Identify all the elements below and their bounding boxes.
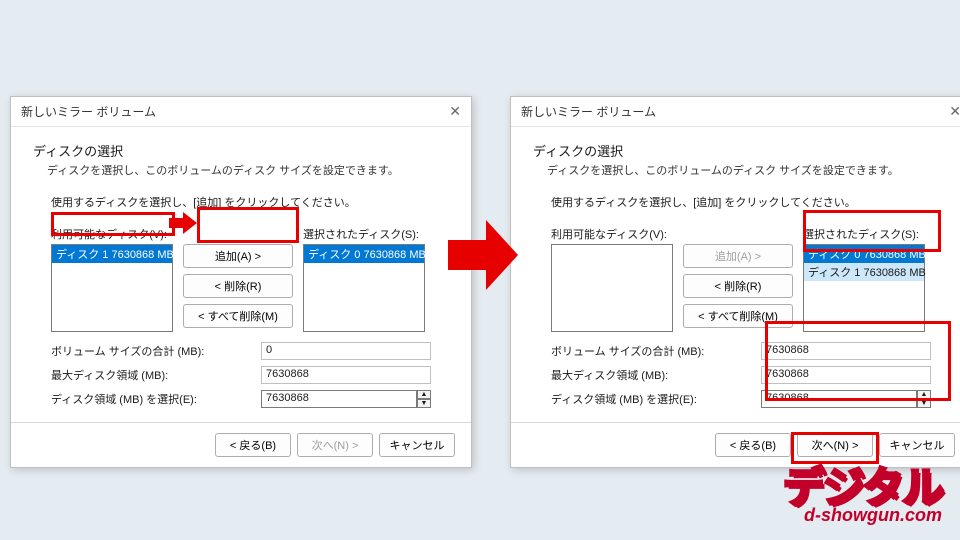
spin-down-icon[interactable]: ▼ [917, 399, 931, 408]
wizard-dialog-before: 新しいミラー ボリューム ✕ ディスクの選択 ディスクを選択し、このボリュームの… [10, 96, 472, 468]
max-space-value: 7630868 [261, 366, 431, 384]
cancel-button[interactable]: キャンセル [379, 433, 455, 457]
total-size-label: ボリューム サイズの合計 (MB): [51, 343, 261, 359]
page-subheading: ディスクを選択し、このボリュームのディスク サイズを設定できます。 [33, 162, 449, 178]
close-icon[interactable]: ✕ [449, 103, 461, 120]
page-heading: ディスクの選択 [33, 141, 449, 160]
total-size-value: 0 [261, 342, 431, 360]
arrow-icon [169, 212, 199, 234]
dialog-title: 新しいミラー ボリューム [521, 103, 656, 120]
select-space-label: ディスク領域 (MB) を選択(E): [51, 391, 261, 407]
max-space-value: 7630868 [761, 366, 931, 384]
remove-button[interactable]: < 削除(R) [183, 274, 293, 298]
max-space-label: 最大ディスク領域 (MB): [551, 367, 761, 383]
back-button[interactable]: < 戻る(B) [715, 433, 791, 457]
add-button[interactable]: 追加(A) > [683, 244, 793, 268]
remove-all-button[interactable]: < すべて削除(M) [183, 304, 293, 328]
wizard-dialog-after: 新しいミラー ボリューム ✕ ディスクの選択 ディスクを選択し、このボリュームの… [510, 96, 960, 468]
arrow-icon [448, 220, 520, 290]
titlebar: 新しいミラー ボリューム ✕ [11, 97, 471, 127]
instruction-text: 使用するディスクを選択し、[追加] をクリックしてください。 [51, 194, 449, 210]
back-button[interactable]: < 戻る(B) [215, 433, 291, 457]
next-button[interactable]: 次へ(N) > [297, 433, 373, 457]
spin-down-icon[interactable]: ▼ [417, 399, 431, 408]
max-space-label: 最大ディスク領域 (MB): [51, 367, 261, 383]
page-subheading: ディスクを選択し、このボリュームのディスク サイズを設定できます。 [533, 162, 949, 178]
page-heading: ディスクの選択 [533, 141, 949, 160]
total-size-value: 7630868 [761, 342, 931, 360]
add-button[interactable]: 追加(A) > [183, 244, 293, 268]
titlebar: 新しいミラー ボリューム ✕ [511, 97, 960, 127]
logo-url: d-showgun.com [783, 505, 942, 526]
list-item[interactable]: ディスク 1 7630868 MB [52, 245, 172, 263]
list-item[interactable]: ディスク 1 7630868 MB [804, 263, 924, 281]
select-space-label: ディスク領域 (MB) を選択(E): [551, 391, 761, 407]
list-item[interactable]: ディスク 0 7630868 MB [804, 245, 924, 263]
watermark-logo: デジタル d-showgun.com [783, 467, 942, 526]
list-item[interactable]: ディスク 0 7630868 MB [304, 245, 424, 263]
selected-disks-list[interactable]: ディスク 0 7630868 MB ディスク 1 7630868 MB [803, 244, 925, 332]
available-disks-label: 利用可能なディスク(V): [551, 226, 673, 242]
spin-up-icon[interactable]: ▲ [417, 390, 431, 399]
select-space-input[interactable]: 7630868 [761, 390, 917, 408]
available-disks-list[interactable] [551, 244, 673, 332]
next-button[interactable]: 次へ(N) > [797, 433, 873, 457]
spin-up-icon[interactable]: ▲ [917, 390, 931, 399]
select-space-input[interactable]: 7630868 [261, 390, 417, 408]
selected-disks-label: 選択されたディスク(S): [803, 226, 925, 242]
instruction-text: 使用するディスクを選択し、[追加] をクリックしてください。 [551, 194, 949, 210]
remove-button[interactable]: < 削除(R) [683, 274, 793, 298]
selected-disks-label: 選択されたディスク(S): [303, 226, 425, 242]
available-disks-list[interactable]: ディスク 1 7630868 MB [51, 244, 173, 332]
remove-all-button[interactable]: < すべて削除(M) [683, 304, 793, 328]
dialog-title: 新しいミラー ボリューム [21, 103, 156, 120]
selected-disks-list[interactable]: ディスク 0 7630868 MB [303, 244, 425, 332]
total-size-label: ボリューム サイズの合計 (MB): [551, 343, 761, 359]
cancel-button[interactable]: キャンセル [879, 433, 955, 457]
close-icon[interactable]: ✕ [949, 103, 960, 120]
logo-text: デジタル [783, 467, 942, 509]
available-disks-label: 利用可能なディスク(V): [51, 226, 173, 242]
